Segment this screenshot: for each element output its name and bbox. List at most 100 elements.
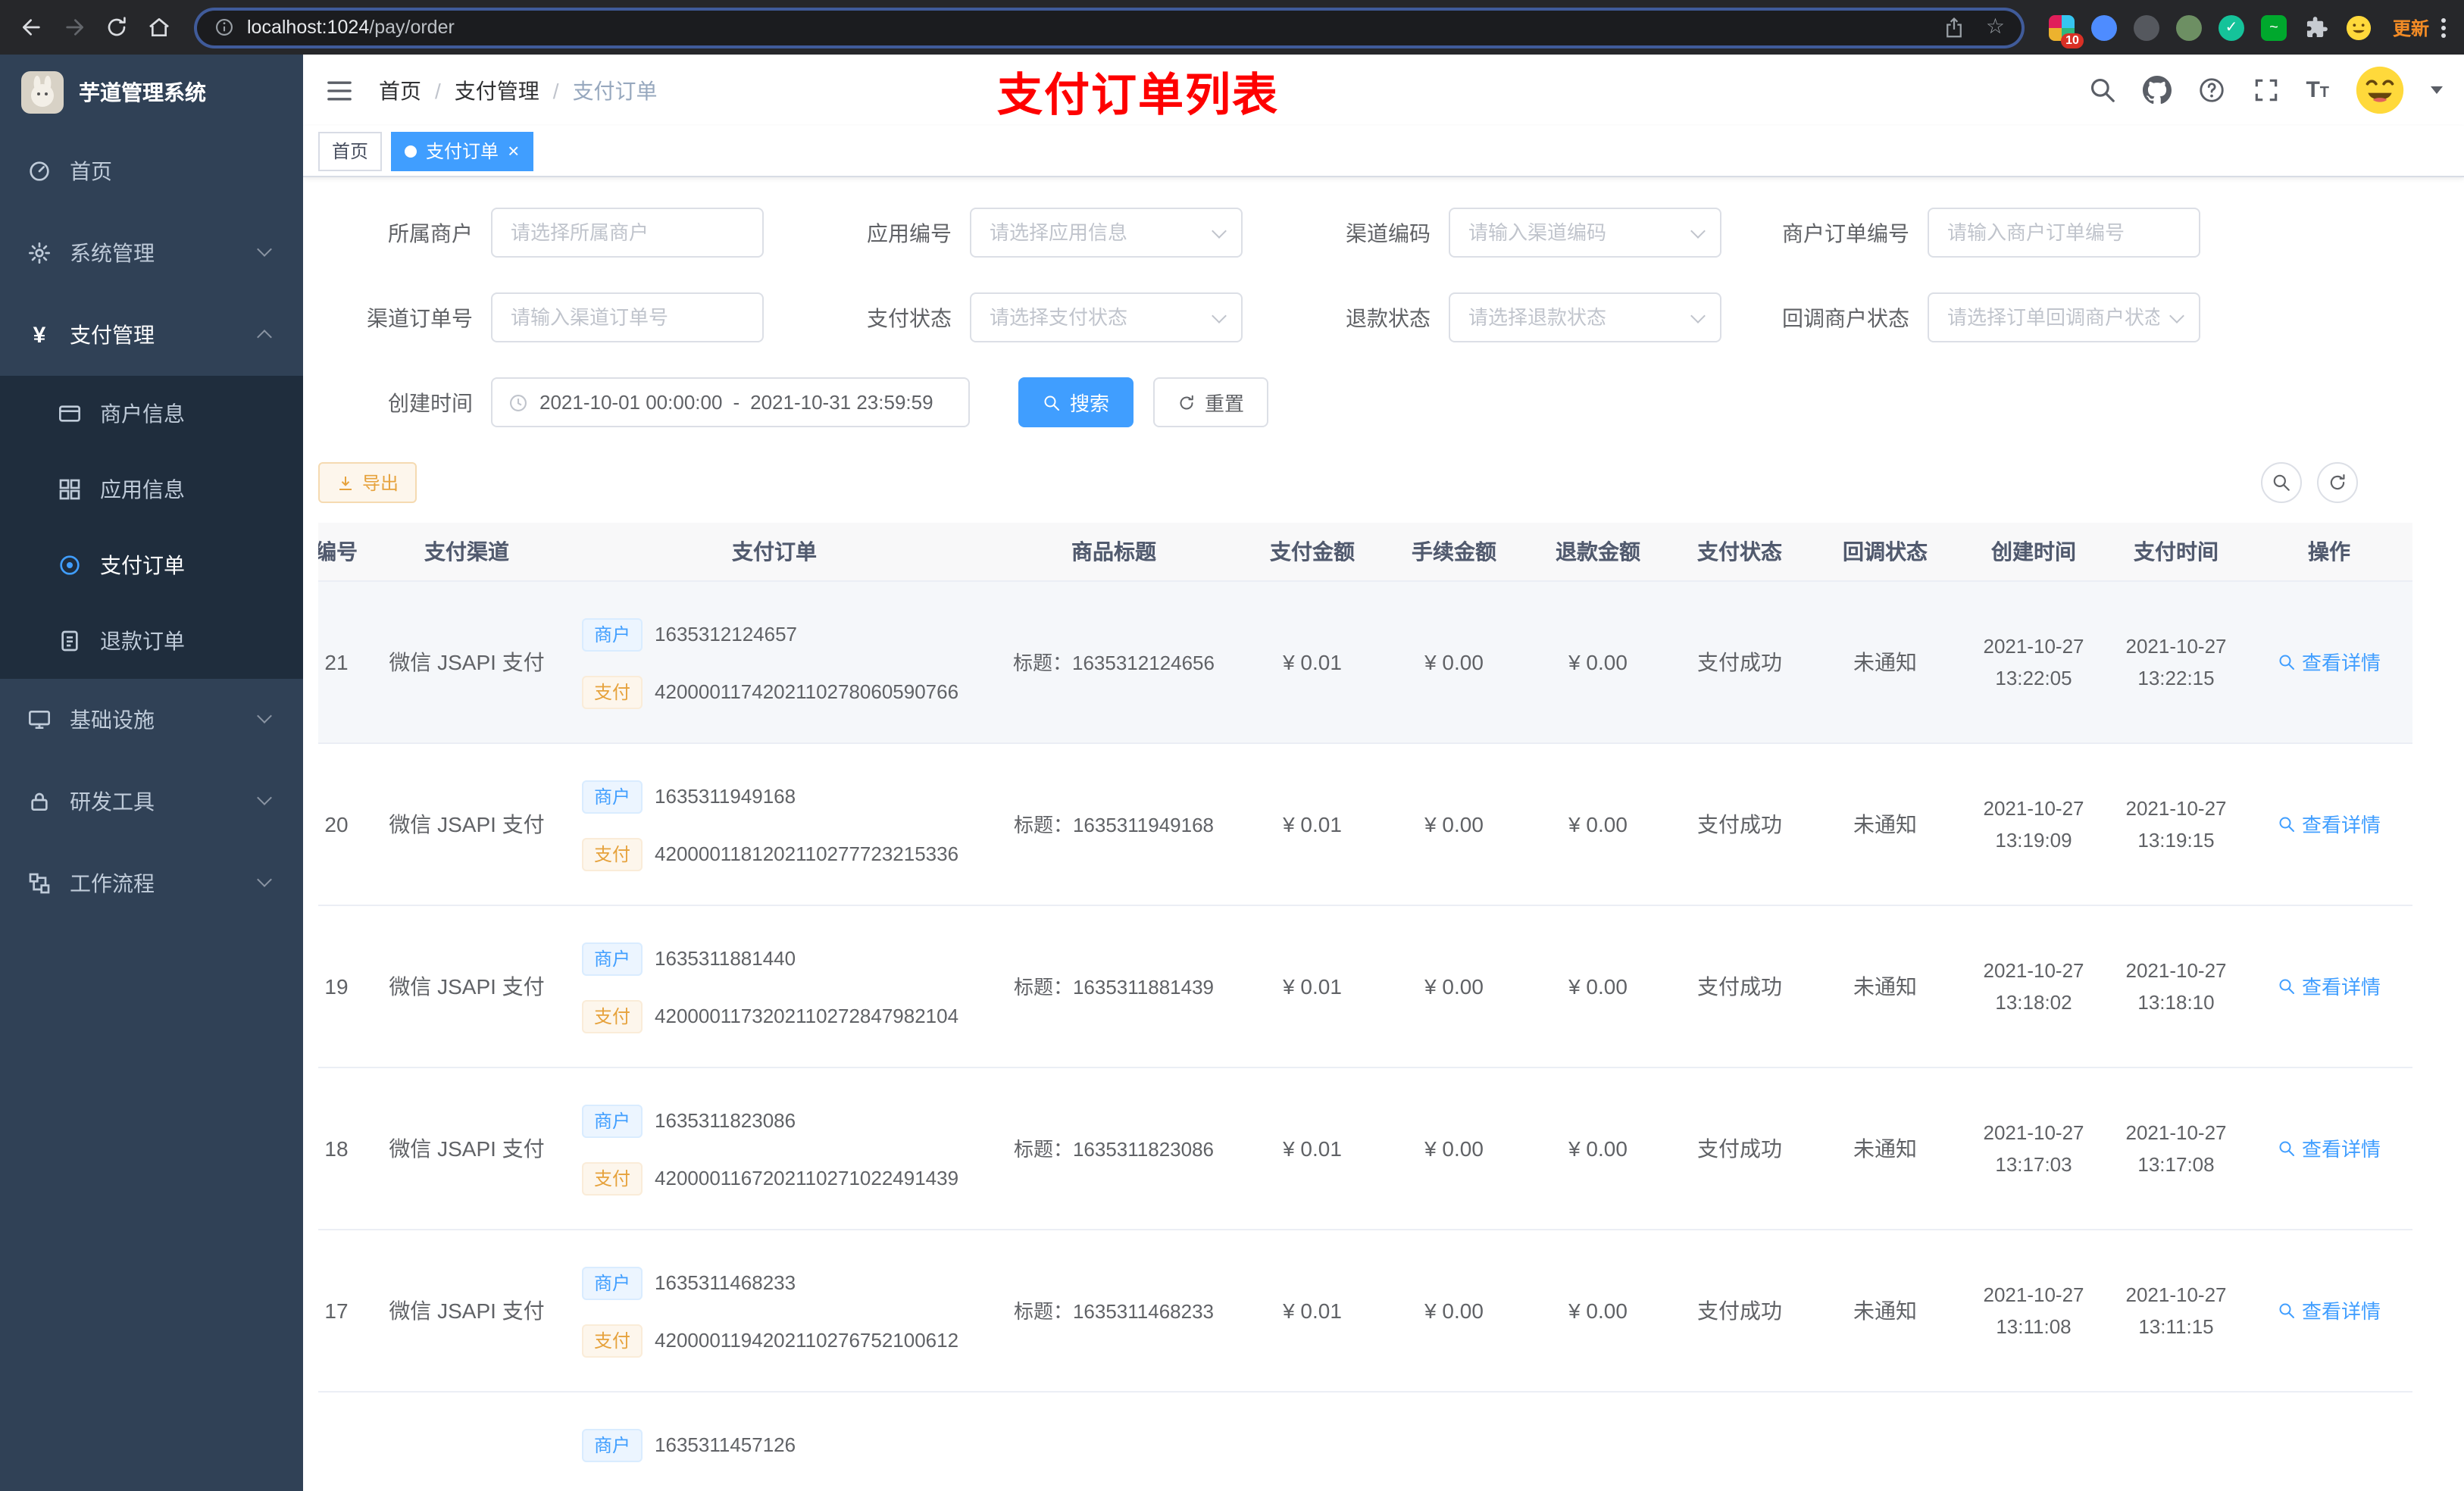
cell-pay-amount: ¥ 0.01 [1243,742,1382,905]
table-row: 19 微信 JSAPI 支付 商户 1635311881440 支付 42000… [318,905,2412,1067]
cell-order-id [318,1391,370,1491]
sidebar-item-refund-order[interactable]: 退款订单 [0,603,303,679]
browser-forward-button[interactable] [55,8,94,47]
merchant-select-input[interactable] [491,208,764,258]
pay-tag: 支付 [582,675,643,708]
refresh-icon [1177,393,1196,411]
column-header: 退款金额 [1526,523,1670,581]
extension-green-icon[interactable]: ~ [2260,14,2287,40]
extensions-puzzle-icon[interactable] [2303,14,2329,40]
table-row: 商户 1635311457126 支付 [318,1391,2412,1491]
tab-close-icon[interactable] [508,141,519,161]
merchant-tag: 商户 [582,617,643,651]
app-id-select[interactable] [970,208,1243,258]
sidebar-item-home[interactable]: 首页 [0,130,303,212]
channel-order-no-input[interactable] [491,292,764,342]
search-button[interactable]: 搜索 [1018,377,1134,427]
toggle-search-button[interactable] [2261,462,2302,503]
extension-dark-icon[interactable] [2133,14,2159,40]
pay-order-no: 4200001174202110278060590766 [655,680,959,703]
merchant-order-no: 1635311457126 [655,1433,796,1456]
filter-row-3: 创建时间 2021-10-01 00:00:00 - 2021-10-31 23… [318,377,2449,427]
pay-tag: 支付 [582,1324,643,1357]
pay-status-select[interactable] [970,292,1243,342]
bookmark-star-icon[interactable]: ☆ [1986,17,2005,38]
notify-status-select[interactable] [1928,292,2200,342]
share-icon[interactable] [1943,16,1966,39]
column-header: 支付金额 [1243,523,1382,581]
reset-button[interactable]: 重置 [1153,377,1269,427]
sidebar-item-label: 支付订单 [100,553,185,577]
search-icon[interactable] [2087,76,2116,105]
cell-product-title [985,1391,1243,1491]
create-time-range-picker[interactable]: 2021-10-01 00:00:00 - 2021-10-31 23:59:5… [491,377,970,427]
extension-olive-icon[interactable] [2175,14,2202,40]
extension-blue-icon[interactable] [2090,14,2117,40]
breadcrumb-item[interactable]: 首页 [379,75,421,105]
cell-pay-amount [1243,1391,1382,1491]
refund-status-select[interactable] [1449,292,1721,342]
user-avatar[interactable] [2355,65,2405,115]
cell-notify-status: 未通知 [1809,742,1961,905]
sidebar-item-infrastructure[interactable]: 基础设施 [0,679,303,761]
fullscreen-icon[interactable] [2251,76,2280,105]
cell-channel: 微信 JSAPI 支付 [370,742,564,905]
browser-profile-avatar[interactable] [2346,14,2372,40]
font-size-icon[interactable]: TT [2306,79,2329,102]
refresh-table-button[interactable] [2317,462,2358,503]
extension-multicolor-icon[interactable]: 10 [2048,14,2084,48]
download-icon [336,474,355,492]
tab-label: 首页 [332,141,369,162]
column-header: 操作 [2246,523,2412,581]
site-info-icon[interactable] [214,17,235,38]
table-row: 20 微信 JSAPI 支付 商户 1635311949168 支付 42000… [318,742,2412,905]
channel-code-select[interactable] [1449,208,1721,258]
filter-row-1: 所属商户 应用编号 渠道编码 商户订单编号 [318,208,2449,258]
cell-refund-amount [1526,1391,1670,1491]
browser-home-button[interactable] [139,8,179,47]
sidebar-toggle-icon[interactable] [324,75,355,105]
chevron-down-icon [257,872,272,887]
view-detail-link[interactable]: 查看详情 [2278,809,2381,838]
cell-pay-order: 商户 1635311881440 支付 42000011732021102728… [564,905,985,1067]
merchant-order-no-input[interactable] [1928,208,2200,258]
export-button[interactable]: 导出 [318,462,417,503]
sidebar-item-workflow[interactable]: 工作流程 [0,842,303,924]
help-icon[interactable] [2197,76,2225,105]
browser-reload-button[interactable] [97,8,136,47]
github-icon[interactable] [2142,76,2171,105]
breadcrumb-item[interactable]: 支付管理 [455,75,539,105]
address-bar[interactable]: localhost:1024/pay/order ☆ [194,7,2025,48]
search-icon [2278,1301,2296,1319]
view-detail-link[interactable]: 查看详情 [2278,1133,2381,1162]
filter-label: 商户订单编号 [1782,220,1909,245]
sidebar-item-app-info[interactable]: 应用信息 [0,452,303,527]
sidebar-item-pay-order[interactable]: 支付订单 [0,527,303,603]
sidebar-item-payment[interactable]: ¥ 支付管理 [0,294,303,376]
chevron-down-icon[interactable] [2431,86,2443,94]
sidebar-item-merchant-info[interactable]: 商户信息 [0,376,303,452]
cell-product-title: 标题：1635311881439 [985,905,1243,1067]
sidebar-item-system[interactable]: 系统管理 [0,212,303,294]
tab-home[interactable]: 首页 [318,131,383,170]
pay-order-no: 4200001181202110277723215336 [655,842,959,865]
app-logo: 芋道管理系统 [0,55,303,130]
sidebar-item-dev-tools[interactable]: 研发工具 [0,761,303,842]
view-detail-link[interactable]: 查看详情 [2278,647,2381,676]
browser-update-button[interactable]: 更新 [2393,14,2429,40]
cell-product-title: 标题：1635311468233 [985,1229,1243,1392]
filter-label: 回调商户状态 [1782,305,1909,330]
filter-label: 渠道编码 [1346,220,1431,245]
browser-back-button[interactable] [12,8,52,47]
dashboard-icon [27,159,52,183]
view-detail-link[interactable]: 查看详情 [2278,1296,2381,1324]
view-detail-link[interactable]: 查看详情 [2278,971,2381,1000]
browser-menu-icon[interactable] [2435,17,2452,37]
filter-label: 支付状态 [867,305,952,330]
sidebar-item-label: 系统管理 [70,241,155,265]
cell-pay-amount: ¥ 0.01 [1243,1229,1382,1392]
tab-pay-order[interactable]: 支付订单 [391,131,533,170]
cell-order-id: 21 [318,580,370,743]
cell-refund-amount: ¥ 0.00 [1526,580,1670,743]
extension-check-icon[interactable]: ✓ [2218,14,2244,40]
